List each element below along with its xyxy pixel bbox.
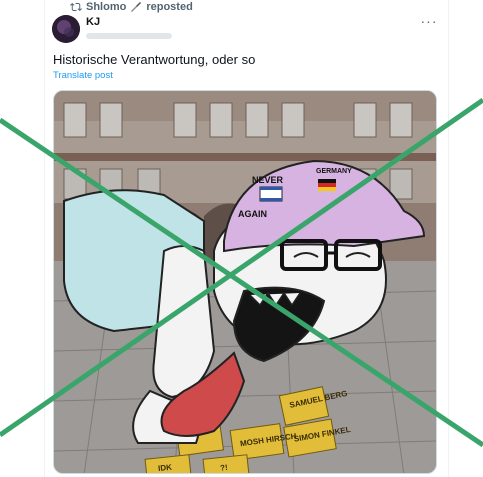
knife-emoji-icon [131, 2, 142, 12]
repost-icon [70, 2, 82, 12]
repost-action: reposted [146, 1, 193, 13]
repost-user[interactable]: Shlomo [86, 1, 126, 13]
timeline-border-right [448, 0, 449, 477]
translate-post-link[interactable]: Translate post [53, 70, 113, 81]
cap-text-never: NEVER [252, 175, 284, 185]
stone-label: ?! [220, 463, 228, 473]
repost-indicator: Shlomo reposted [70, 1, 193, 13]
post-frame: Shlomo reposted KJ ··· Historische Veran… [0, 0, 483, 477]
cap-text-again: AGAIN [238, 209, 267, 219]
author-handle-blurred[interactable] [86, 31, 172, 41]
more-options-button[interactable]: ··· [418, 12, 440, 30]
post-media-image[interactable]: SAMUEL BERG SIMON FINKEL MOSH HIRSCH IDK… [53, 90, 437, 474]
author-avatar[interactable] [52, 15, 80, 43]
cap-text-germany: GERMANY [316, 168, 352, 175]
stone-label: IDK [158, 463, 173, 473]
avatar-image [52, 15, 80, 43]
post-text: Historische Verantwortung, oder so [53, 52, 256, 67]
author-name[interactable]: KJ [86, 16, 100, 28]
timeline-border-left [44, 0, 45, 477]
meme-illustration: SAMUEL BERG SIMON FINKEL MOSH HIRSCH IDK… [54, 91, 436, 473]
